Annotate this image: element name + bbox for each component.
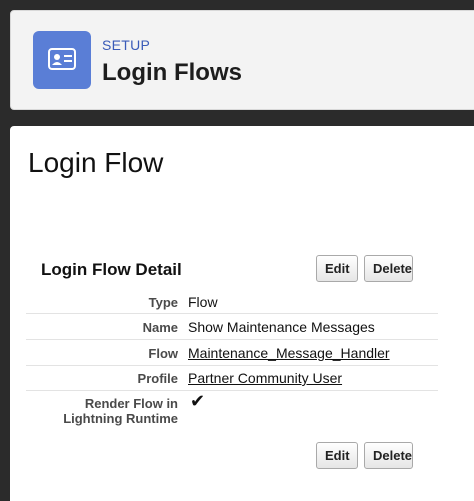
contact-card-icon bbox=[33, 31, 91, 89]
header-eyebrow: SETUP bbox=[102, 37, 151, 53]
detail-row-type: Type Flow bbox=[26, 289, 438, 314]
page-header: SETUP Login Flows bbox=[10, 10, 474, 110]
name-label: Name bbox=[142, 320, 178, 335]
page-title: Login Flow bbox=[28, 147, 164, 178]
delete-button-bottom[interactable]: Delete bbox=[364, 442, 413, 469]
type-value: Flow bbox=[188, 294, 218, 310]
main-panel: Login Flow Login Flow Detail Edit Delete… bbox=[10, 126, 474, 501]
edit-button-top[interactable]: Edit bbox=[316, 255, 358, 282]
checkmark-icon: ✔ bbox=[190, 391, 206, 411]
name-value: Show Maintenance Messages bbox=[188, 319, 375, 335]
edit-button-bottom[interactable]: Edit bbox=[316, 442, 358, 469]
detail-row-name: Name Show Maintenance Messages bbox=[26, 314, 438, 340]
delete-button-top[interactable]: Delete bbox=[364, 255, 413, 282]
header-title: Login Flows bbox=[102, 59, 242, 86]
flow-link[interactable]: Maintenance_Message_Handler bbox=[188, 345, 390, 361]
section-title: Login Flow Detail bbox=[41, 260, 182, 279]
profile-link[interactable]: Partner Community User bbox=[188, 370, 342, 386]
detail-row-render-flow: Render Flow in Lightning Runtime ✔ bbox=[26, 391, 438, 431]
profile-label: Profile bbox=[137, 371, 178, 386]
detail-row-profile: Profile Partner Community User bbox=[26, 366, 438, 391]
type-label: Type bbox=[148, 295, 178, 310]
flow-label: Flow bbox=[148, 346, 178, 361]
render-flow-label: Render Flow in Lightning Runtime bbox=[63, 396, 178, 426]
detail-row-flow: Flow Maintenance_Message_Handler bbox=[26, 340, 438, 366]
